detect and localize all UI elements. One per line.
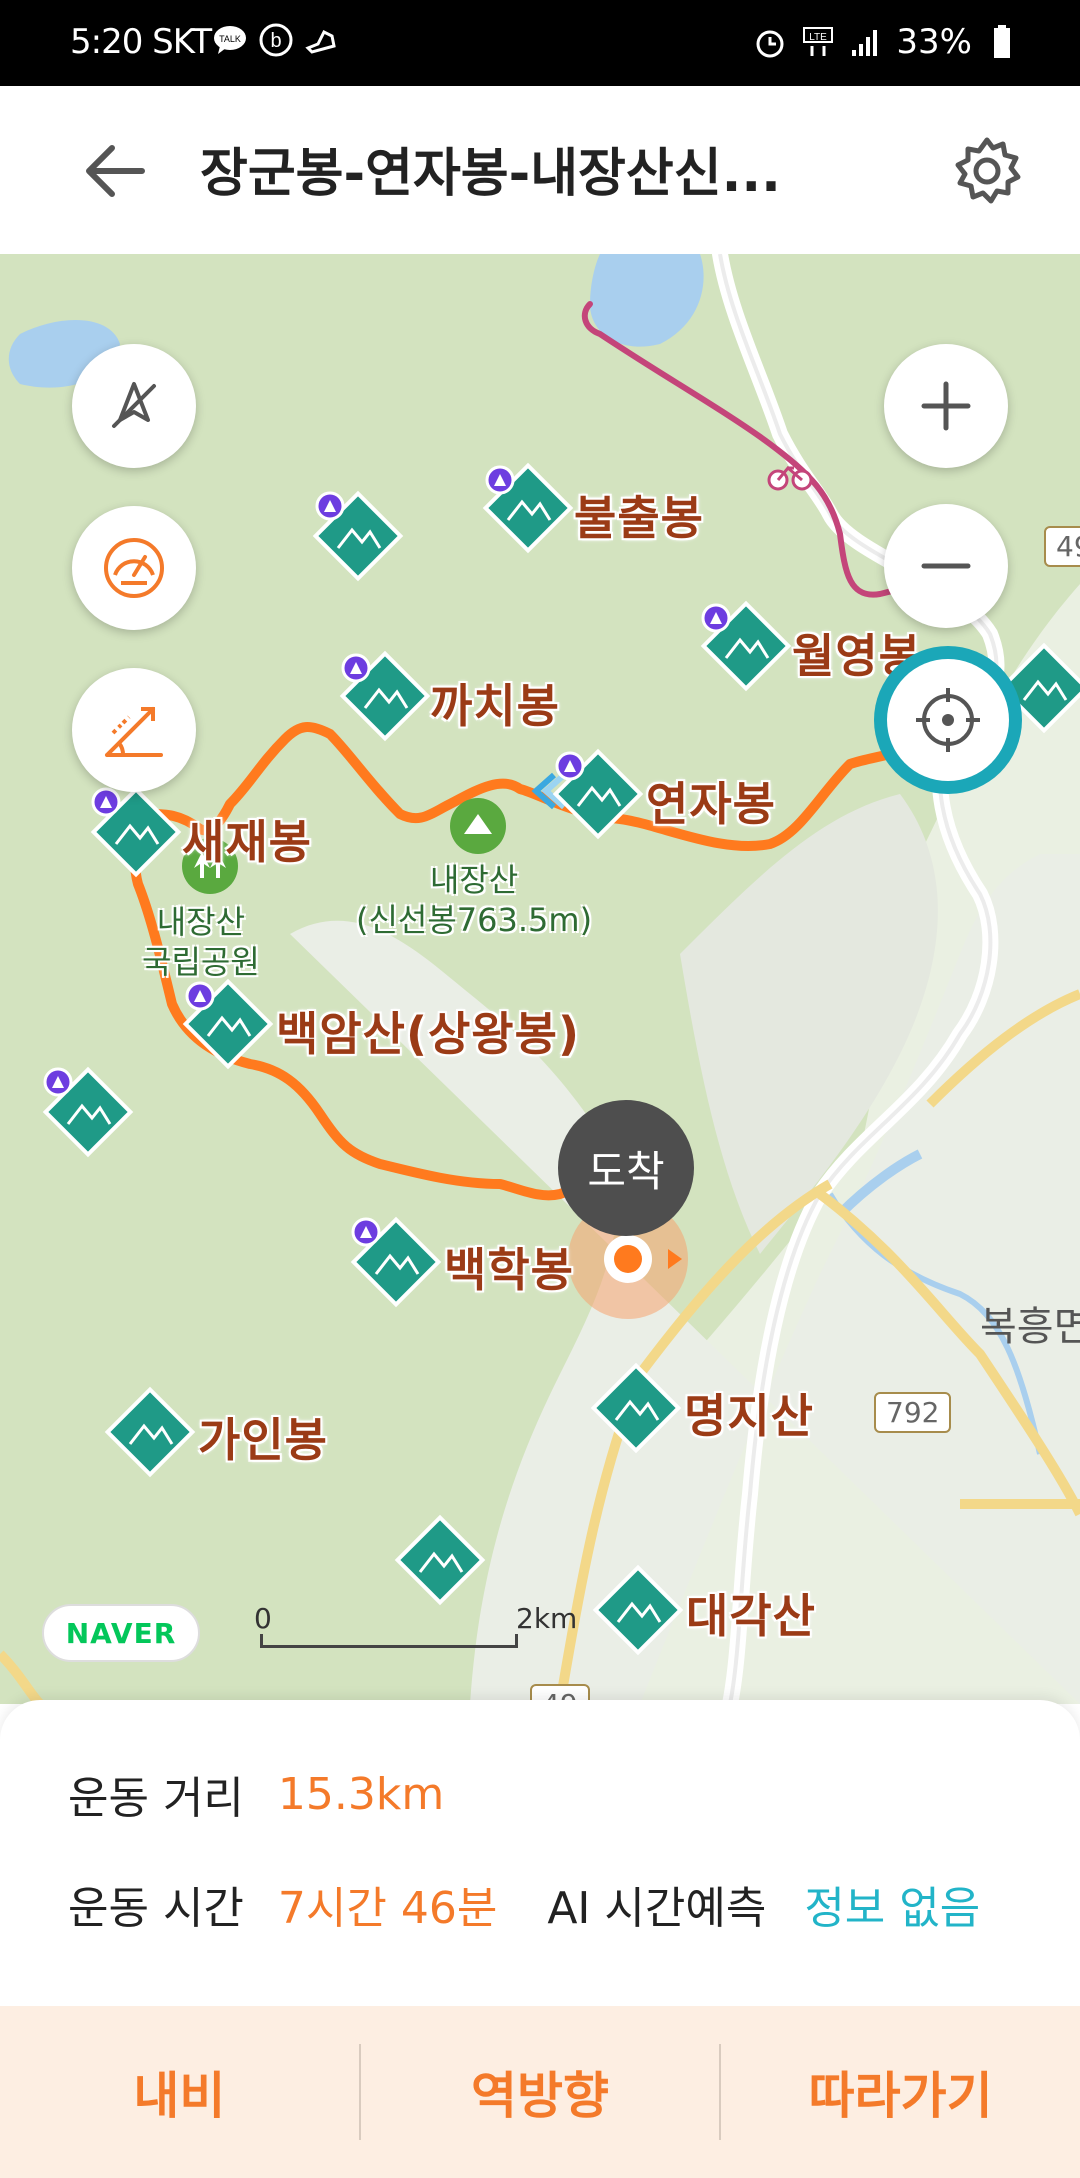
peak-label: 가인봉 <box>198 1413 328 1467</box>
slope-button[interactable] <box>72 668 196 792</box>
summit-label: 내장산 (신선봉763.5m) <box>356 861 593 939</box>
workout-info-panel: 운동 거리 15.3km 운동 시간 7시간 46분 AI 시간예측 정보 없음 <box>0 1700 1080 2006</box>
zoom-out-button[interactable] <box>884 504 1008 628</box>
time-label: 운동 시간 <box>68 1883 244 1934</box>
navigation-button[interactable]: 내비 <box>0 2006 359 2178</box>
signal-icon <box>852 30 878 56</box>
svg-text:TALK: TALK <box>219 34 241 44</box>
scale-start: 0 <box>254 1602 272 1635</box>
park-label: 내장산 국립공원 <box>142 903 260 981</box>
shoe-icon <box>305 29 336 54</box>
locate-icon <box>916 688 980 752</box>
distance-label: 운동 거리 <box>68 1773 244 1824</box>
map-view[interactable]: 불출봉 월영봉 까치봉 연자봉 새재봉 백암산(상왕봉) 백학봉 가인봉 명지산… <box>0 254 1080 1704</box>
alarm-icon <box>756 30 784 58</box>
peak-label: 까치봉 <box>430 679 560 733</box>
peak-label: 백암산(상왕봉) <box>276 1007 580 1061</box>
battery-icon <box>994 25 1010 58</box>
compass-toggle-button[interactable] <box>72 344 196 468</box>
app-header: 장군봉-연자봉-내장산신... <box>0 86 1080 254</box>
b-icon: b <box>259 23 293 57</box>
road-shield: 792 <box>874 1392 952 1433</box>
compass-off-icon <box>112 382 156 428</box>
talk-icon: TALK <box>214 26 246 54</box>
scale-end: 2km <box>516 1602 578 1635</box>
ai-prediction-value: 정보 없음 <box>804 1883 981 1934</box>
gear-icon[interactable] <box>950 134 1024 208</box>
peak-label: 명지산 <box>684 1389 814 1443</box>
action-bar: 내비 역방향 따라가기 <box>0 2006 1080 2178</box>
peak-label: 대각산 <box>686 1589 816 1643</box>
status-time: 5:20 SKT <box>70 22 212 62</box>
arrival-bubble: 도착 <box>558 1100 694 1236</box>
reverse-direction-button[interactable]: 역방향 <box>361 2006 720 2178</box>
distance-value: 15.3km <box>277 1768 445 1820</box>
peak-label: 새재봉 <box>182 815 312 869</box>
peak-label: 불출봉 <box>574 491 704 545</box>
peak-label: 연자봉 <box>646 777 776 831</box>
zoom-out-icon <box>921 563 971 569</box>
distance-row: 운동 거리 15.3km <box>68 1762 444 1826</box>
speedometer-icon <box>104 538 164 598</box>
ai-prediction-label: AI 시간예측 <box>547 1883 767 1934</box>
slope-icon <box>105 707 163 757</box>
page-title: 장군봉-연자봉-내장산신... <box>200 144 781 204</box>
battery-percent: 33% <box>896 22 972 62</box>
status-bar: 5:20 SKT TALK b LTE 33% <box>0 0 1080 86</box>
zoom-in-icon <box>921 381 971 431</box>
zoom-in-button[interactable] <box>884 344 1008 468</box>
time-value: 7시간 46분 <box>277 1883 498 1934</box>
lte-icon: LTE <box>803 27 834 56</box>
svg-text:b: b <box>270 30 281 52</box>
peak-label: 백학봉 <box>444 1243 574 1297</box>
arrow-left-icon[interactable] <box>80 136 150 206</box>
speed-button[interactable] <box>72 506 196 630</box>
naver-logo: NAVER <box>42 1604 200 1662</box>
scale-bar <box>260 1634 518 1648</box>
svg-text:LTE: LTE <box>810 32 828 43</box>
follow-button[interactable]: 따라가기 <box>721 2006 1080 2178</box>
road-shield: 49 <box>1044 526 1080 567</box>
summit-marker[interactable] <box>450 798 506 854</box>
town-label: 복흥면 <box>980 1304 1080 1350</box>
time-row: 운동 시간 7시간 46분 AI 시간예측 정보 없음 <box>68 1872 980 1936</box>
map-scale: 0 2km <box>254 1602 584 1662</box>
locate-button[interactable] <box>874 646 1022 794</box>
